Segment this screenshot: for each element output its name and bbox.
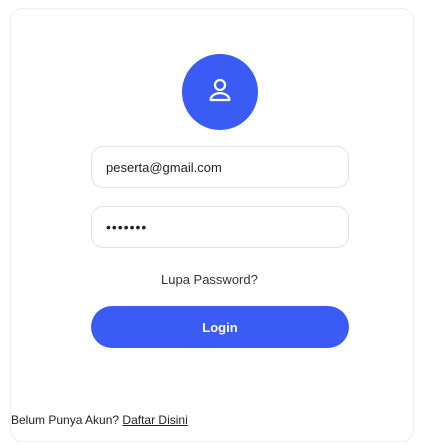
avatar <box>182 54 258 130</box>
forgot-password-link[interactable]: Lupa Password? <box>161 272 258 287</box>
login-button[interactable]: Login <box>91 306 349 348</box>
login-card: Lupa Password? Login Belum Punya Akun? D… <box>10 8 414 442</box>
register-prompt-text: Belum Punya Akun? <box>11 413 120 427</box>
email-field[interactable] <box>91 146 349 188</box>
register-prompt: Belum Punya Akun? Daftar Disini <box>11 413 188 427</box>
user-icon <box>205 75 235 110</box>
register-link[interactable]: Daftar Disini <box>122 413 187 427</box>
password-field[interactable] <box>91 206 349 248</box>
